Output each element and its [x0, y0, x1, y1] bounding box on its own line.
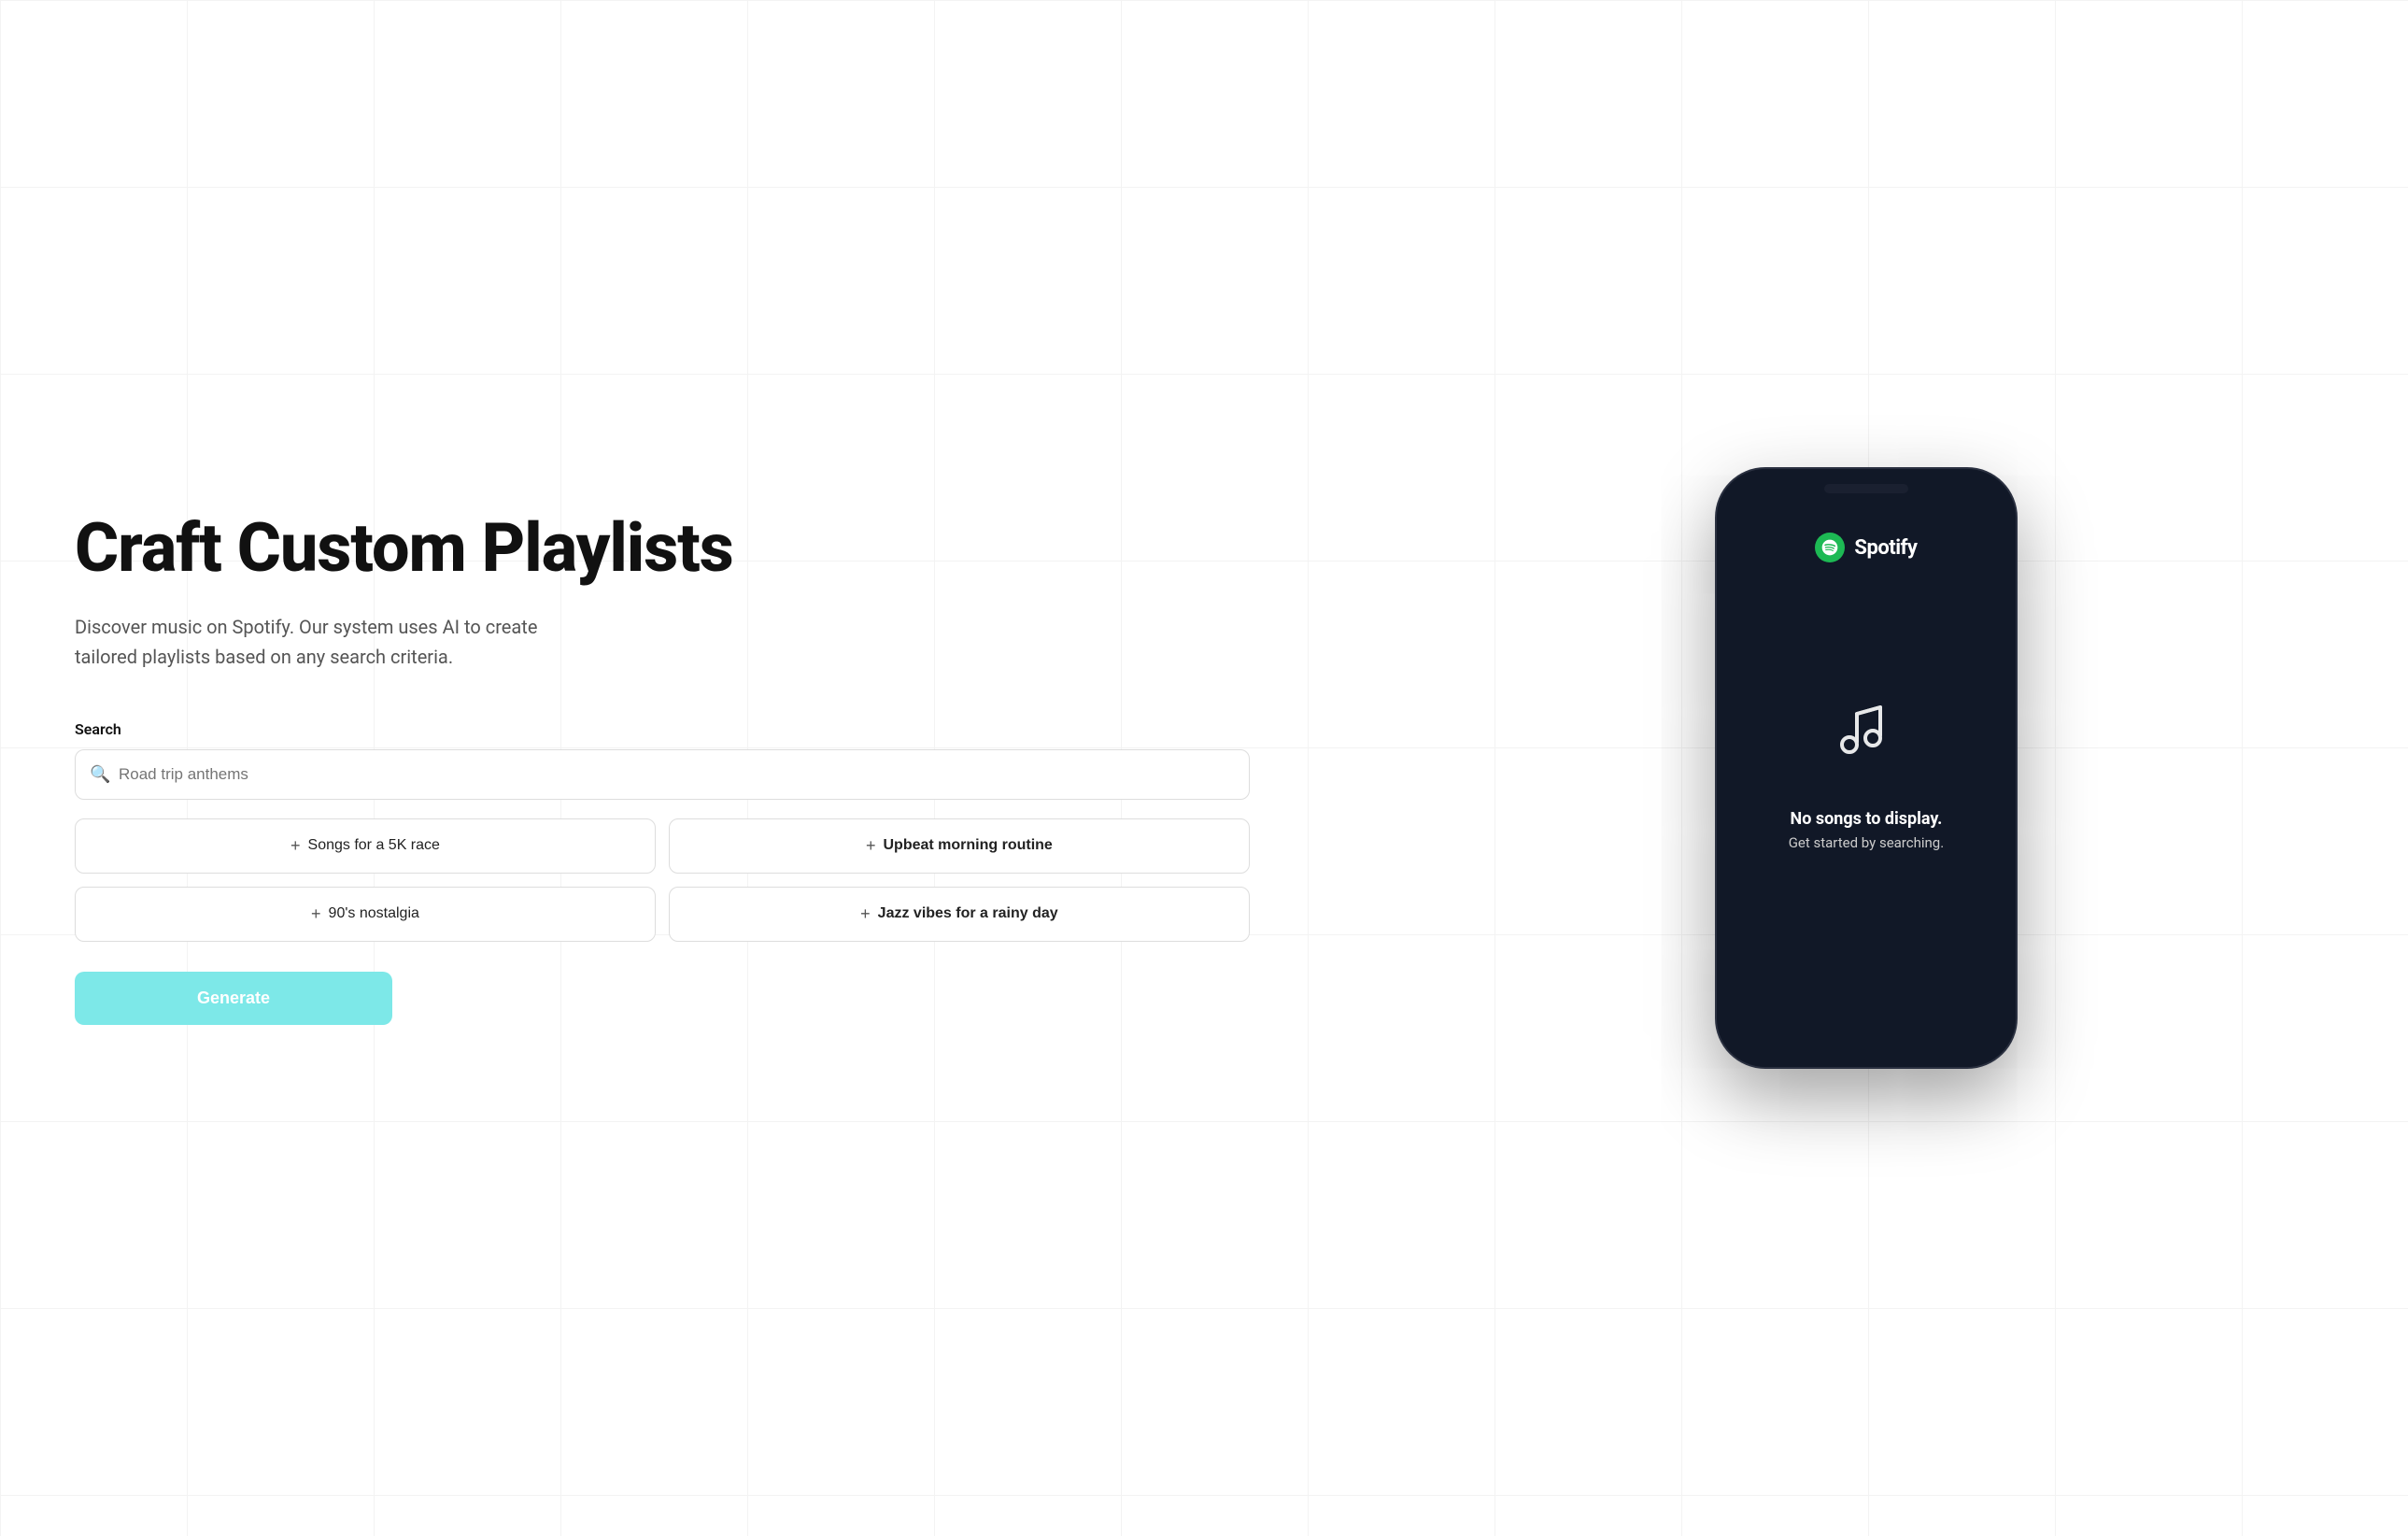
plus-icon-4: + [860, 904, 871, 924]
left-panel: Craft Custom Playlists Discover music on… [0, 0, 1324, 1536]
suggestion-90s-nostalgia[interactable]: + 90's nostalgia [75, 887, 656, 942]
plus-icon-2: + [866, 836, 876, 856]
no-songs-subtitle: Get started by searching. [1789, 834, 1944, 851]
suggestion-morning-routine-label: Upbeat morning routine [884, 837, 1053, 854]
suggestion-jazz-vibes-label: Jazz vibes for a rainy day [878, 905, 1058, 922]
search-input[interactable] [75, 749, 1250, 800]
page-subtitle: Discover music on Spotify. Our system us… [75, 612, 598, 672]
page-title: Craft Custom Playlists [75, 511, 1250, 585]
plus-icon-3: + [311, 904, 321, 924]
search-icon: 🔍 [90, 764, 110, 784]
phone-outer: Spotify No son [1717, 469, 2016, 1067]
phone-mockup: Spotify No son [1717, 469, 2016, 1067]
suggestion-90s-nostalgia-label: 90's nostalgia [329, 905, 419, 922]
no-songs-title: No songs to display. [1791, 809, 1943, 829]
phone-screen: Spotify No son [1717, 469, 2016, 1067]
suggestion-grid: + Songs for a 5K race + Upbeat morning r… [75, 818, 1250, 942]
suggestion-morning-routine[interactable]: + Upbeat morning routine [669, 818, 1250, 874]
spotify-logo-area: Spotify [1815, 533, 1917, 562]
generate-button[interactable]: Generate [75, 972, 392, 1025]
spotify-brand-name: Spotify [1854, 536, 1917, 560]
spotify-logo-icon [1815, 533, 1845, 562]
page-wrapper: Craft Custom Playlists Discover music on… [0, 0, 2408, 1536]
search-label: Search [75, 720, 1250, 738]
no-songs-area: No songs to display. Get started by sear… [1789, 562, 1944, 1037]
suggestion-5k-race[interactable]: + Songs for a 5K race [75, 818, 656, 874]
plus-icon: + [290, 836, 301, 856]
suggestion-5k-race-label: Songs for a 5K race [308, 837, 440, 854]
search-wrapper: 🔍 [75, 749, 1250, 800]
right-panel: Spotify No son [1324, 0, 2408, 1536]
suggestion-jazz-vibes[interactable]: + Jazz vibes for a rainy day [669, 887, 1250, 942]
phone-notch [1824, 484, 1908, 493]
music-note-icon [1829, 693, 1904, 787]
